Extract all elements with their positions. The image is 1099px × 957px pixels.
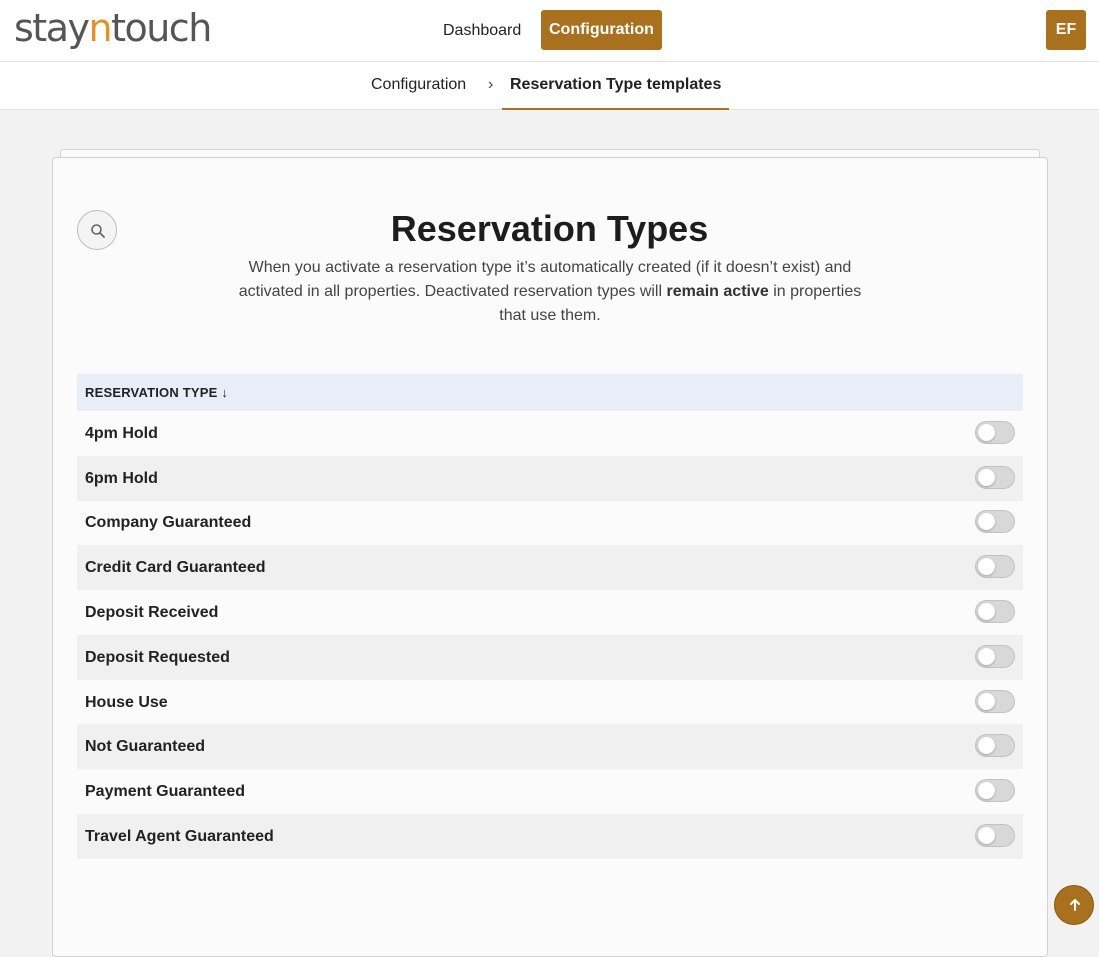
activate-toggle[interactable]	[975, 421, 1015, 444]
table-row: Deposit Received	[77, 590, 1023, 635]
reservation-type-label: Payment Guaranteed	[85, 783, 246, 800]
toggle-knob	[978, 737, 995, 754]
activate-toggle[interactable]	[975, 600, 1015, 623]
reservation-type-label: Credit Card Guaranteed	[85, 559, 266, 576]
table-header: RESERVATION TYPE ↓	[77, 374, 1023, 411]
toggle-knob	[978, 782, 995, 799]
page-description: When you activate a reservation type it’…	[230, 256, 870, 328]
table-row: Not Guaranteed	[77, 724, 1023, 769]
breadcrumb-configuration[interactable]: Configuration	[371, 76, 466, 94]
reservation-type-label: Deposit Requested	[85, 649, 230, 666]
user-avatar[interactable]: EF	[1046, 10, 1086, 50]
toggle-knob	[978, 693, 995, 710]
breadcrumb-separator: ›	[488, 76, 494, 93]
nav-dashboard-link[interactable]: Dashboard	[430, 11, 534, 50]
stayntouch-logo[interactable]: stayntouch	[14, 6, 212, 50]
table-row: 6pm Hold	[77, 456, 1023, 501]
reservation-type-label: Company Guaranteed	[85, 514, 252, 531]
activate-toggle[interactable]	[975, 510, 1015, 533]
table-row: Credit Card Guaranteed	[77, 545, 1023, 590]
arrow-up-icon	[1070, 899, 1080, 911]
table-row: Payment Guaranteed	[77, 769, 1023, 814]
toggle-knob	[978, 424, 995, 441]
toggle-knob	[978, 648, 995, 665]
reservation-type-label: Deposit Received	[85, 604, 219, 621]
toggle-knob	[978, 603, 995, 620]
reservation-type-label: Not Guaranteed	[85, 738, 206, 755]
activate-toggle[interactable]	[975, 555, 1015, 578]
activate-toggle[interactable]	[975, 645, 1015, 668]
reservation-type-label: 6pm Hold	[85, 470, 158, 487]
activate-toggle[interactable]	[975, 690, 1015, 713]
reservation-type-label: Travel Agent Guaranteed	[85, 828, 274, 845]
reservation-type-label: 4pm Hold	[85, 425, 158, 442]
scroll-to-top-button[interactable]	[1054, 885, 1094, 925]
toggle-knob	[978, 827, 995, 844]
table-row: Deposit Requested	[77, 635, 1023, 680]
activate-toggle[interactable]	[975, 779, 1015, 802]
table-row: Travel Agent Guaranteed	[77, 814, 1023, 859]
activate-toggle[interactable]	[975, 466, 1015, 489]
toggle-knob	[978, 469, 995, 486]
logo-text-touch: touch	[111, 6, 212, 50]
page-title: Reservation Types	[390, 208, 709, 249]
column-header-reservation-type[interactable]: RESERVATION TYPE ↓	[85, 385, 228, 400]
table-row: Company Guaranteed	[77, 500, 1023, 545]
description-bold-text: remain active	[666, 283, 769, 300]
activate-toggle[interactable]	[975, 824, 1015, 847]
activate-toggle[interactable]	[975, 734, 1015, 757]
toggle-knob	[978, 513, 995, 530]
table-row: 4pm Hold	[77, 411, 1023, 456]
nav-configuration-link[interactable]: Configuration	[541, 10, 662, 50]
logo-text-stay: stay	[14, 6, 90, 50]
toggle-knob	[978, 558, 995, 575]
breadcrumb-reservation-type-templates[interactable]: Reservation Type templates	[502, 62, 730, 110]
reservation-type-label: House Use	[85, 694, 168, 711]
table-row: House Use	[77, 680, 1023, 725]
breadcrumb: Configuration › Reservation Type templat…	[0, 62, 1099, 110]
top-navigation-bar: stayntouch Dashboard Configuration EF	[0, 0, 1099, 62]
logo-text-n: n	[88, 6, 112, 50]
